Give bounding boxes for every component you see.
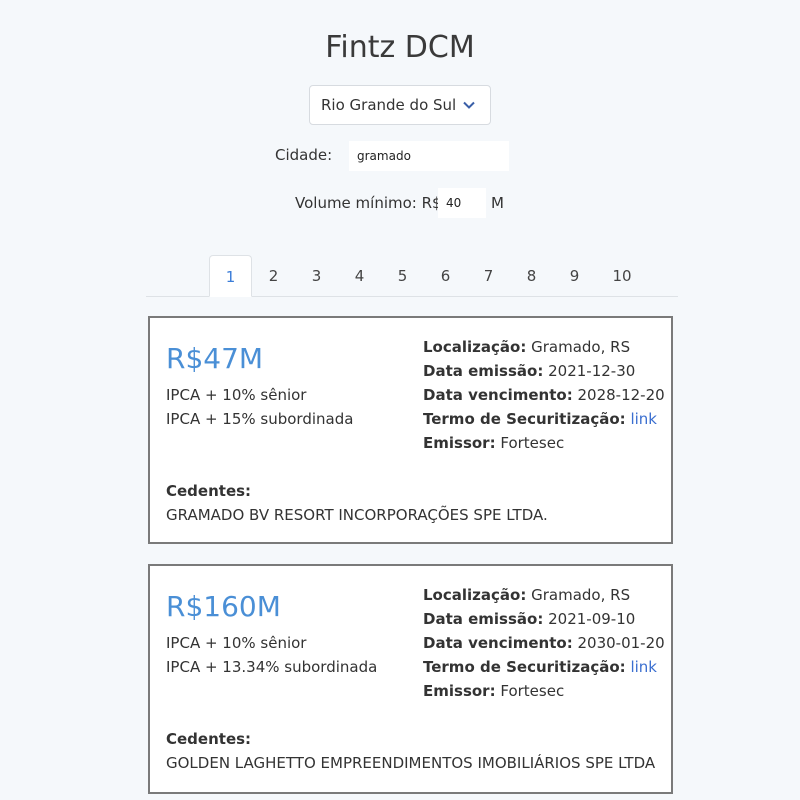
subordinate-rate: IPCA + 15% subordinada: [166, 410, 354, 428]
page-tab-10[interactable]: 10: [596, 255, 648, 297]
maturity-date-label: Data vencimento:: [423, 386, 573, 404]
securitization-term-row: Termo de Securitização: link: [423, 658, 657, 676]
subordinate-rate: IPCA + 13.34% subordinada: [166, 658, 378, 676]
senior-rate: IPCA + 10% sênior: [166, 634, 307, 652]
location-label: Localização:: [423, 586, 527, 604]
assignors-label: Cedentes:: [166, 482, 252, 500]
city-label: Cidade:: [275, 146, 333, 164]
volume-label: Volume mínimo: R$: [295, 194, 442, 212]
deal-card: R$160M IPCA + 10% sênior IPCA + 13.34% s…: [148, 564, 673, 794]
securitization-term-label: Termo de Securitização:: [423, 410, 626, 428]
assignors-heading: Cedentes:: [166, 482, 251, 500]
maturity-date-value: 2028-12-20: [577, 386, 665, 404]
page-tab-9[interactable]: 9: [553, 255, 596, 297]
page-tab-1[interactable]: 1: [209, 255, 252, 297]
issuer-label: Emissor:: [423, 682, 496, 700]
securitization-term-link[interactable]: link: [630, 410, 657, 428]
page-tab-3[interactable]: 3: [295, 255, 338, 297]
assignor-name: GOLDEN LAGHETTO EMPREENDIMENTOS IMOBILIÁ…: [166, 754, 656, 772]
page-tab-6[interactable]: 6: [424, 255, 467, 297]
securitization-term-link[interactable]: link: [630, 658, 657, 676]
location-row: Localização: Gramado, RS: [423, 586, 630, 604]
assignors-heading: Cedentes:: [166, 730, 251, 748]
location-label: Localização:: [423, 338, 527, 356]
location-row: Localização: Gramado, RS: [423, 338, 630, 356]
assignor-name: GRAMADO BV RESORT INCORPORAÇÕES SPE LTDA…: [166, 506, 548, 524]
maturity-date-label: Data vencimento:: [423, 634, 573, 652]
issuer-value: Fortesec: [500, 434, 565, 452]
issuer-row: Emissor: Fortesec: [423, 434, 564, 452]
issuer-label: Emissor:: [423, 434, 496, 452]
page-tab-4[interactable]: 4: [338, 255, 381, 297]
issue-date-label: Data emissão:: [423, 362, 544, 380]
maturity-date-row: Data vencimento: 2030-01-20: [423, 634, 665, 652]
city-input[interactable]: [349, 141, 509, 171]
maturity-date-value: 2030-01-20: [577, 634, 665, 652]
pagination-tabs: 1 2 3 4 5 6 7 8 9 10: [146, 255, 678, 297]
chevron-down-icon: [463, 101, 475, 109]
volume-input[interactable]: [438, 188, 486, 218]
volume-unit: M: [491, 194, 504, 212]
senior-rate: IPCA + 10% sênior: [166, 386, 307, 404]
issue-date-value: 2021-09-10: [548, 610, 636, 628]
page-tab-7[interactable]: 7: [467, 255, 510, 297]
issue-date-value: 2021-12-30: [548, 362, 636, 380]
page-tab-8[interactable]: 8: [510, 255, 553, 297]
page-tab-5[interactable]: 5: [381, 255, 424, 297]
page-title: Fintz DCM: [325, 30, 475, 65]
page-tab-2[interactable]: 2: [252, 255, 295, 297]
assignors-label: Cedentes:: [166, 730, 252, 748]
issue-date-label: Data emissão:: [423, 610, 544, 628]
state-select-value: Rio Grande do Sul: [321, 96, 457, 114]
issuer-row: Emissor: Fortesec: [423, 682, 564, 700]
issue-date-row: Data emissão: 2021-12-30: [423, 362, 635, 380]
maturity-date-row: Data vencimento: 2028-12-20: [423, 386, 665, 404]
deal-amount: R$160M: [166, 590, 281, 623]
location-value: Gramado, RS: [531, 338, 631, 356]
deal-card: R$47M IPCA + 10% sênior IPCA + 15% subor…: [148, 316, 673, 544]
deal-amount: R$47M: [166, 342, 264, 375]
issuer-value: Fortesec: [500, 682, 565, 700]
state-select[interactable]: Rio Grande do Sul: [309, 85, 491, 125]
issue-date-row: Data emissão: 2021-09-10: [423, 610, 635, 628]
location-value: Gramado, RS: [531, 586, 631, 604]
securitization-term-row: Termo de Securitização: link: [423, 410, 657, 428]
securitization-term-label: Termo de Securitização:: [423, 658, 626, 676]
